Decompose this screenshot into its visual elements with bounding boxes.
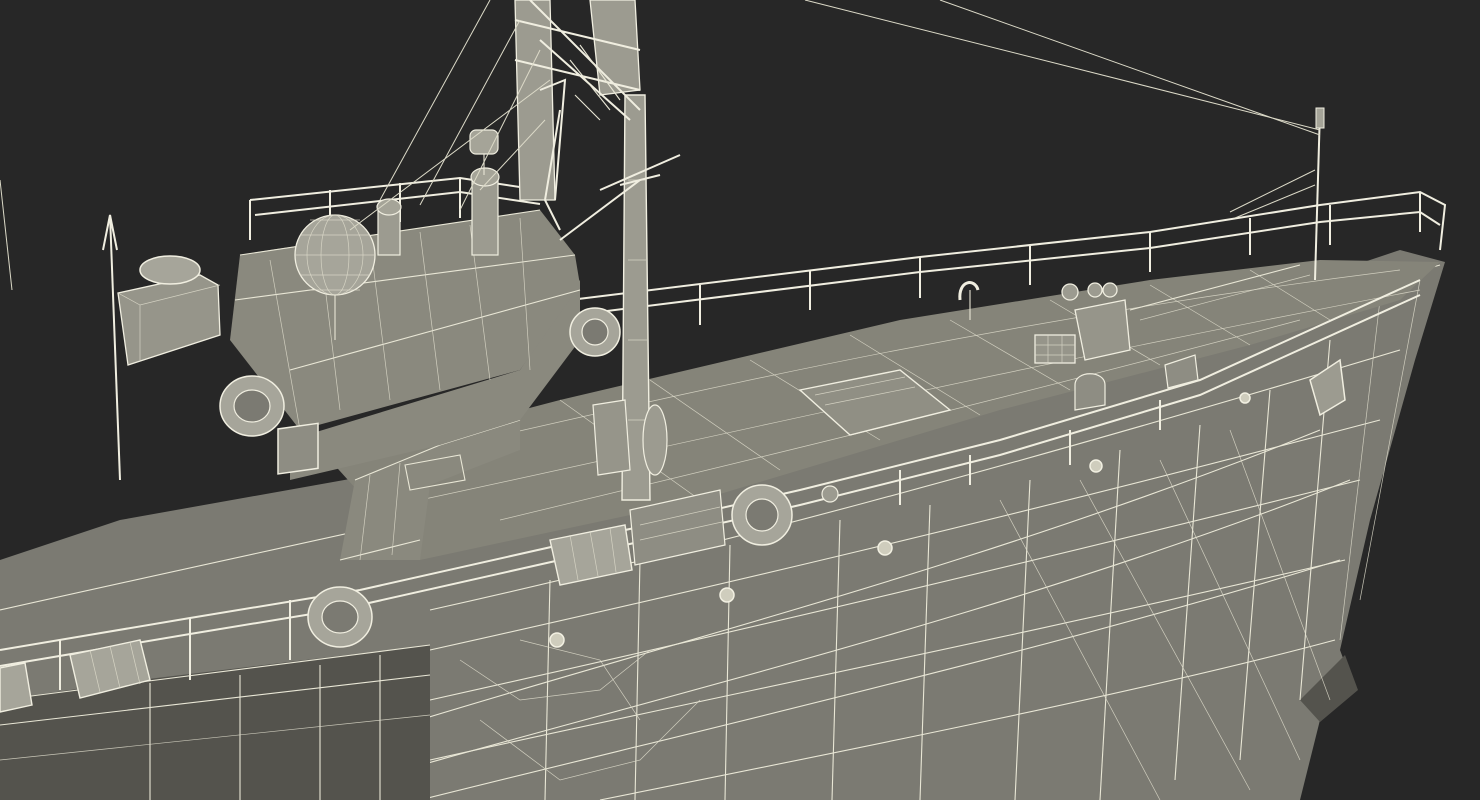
jack-staff xyxy=(1229,107,1325,281)
lifebuoy xyxy=(219,375,285,437)
lifebuoy xyxy=(731,484,793,546)
render-viewport xyxy=(0,0,1480,800)
lifebuoy xyxy=(569,307,621,357)
ship-wireframe-render xyxy=(0,0,1447,800)
lifebuoy xyxy=(139,255,201,285)
lifebuoy xyxy=(307,586,373,648)
